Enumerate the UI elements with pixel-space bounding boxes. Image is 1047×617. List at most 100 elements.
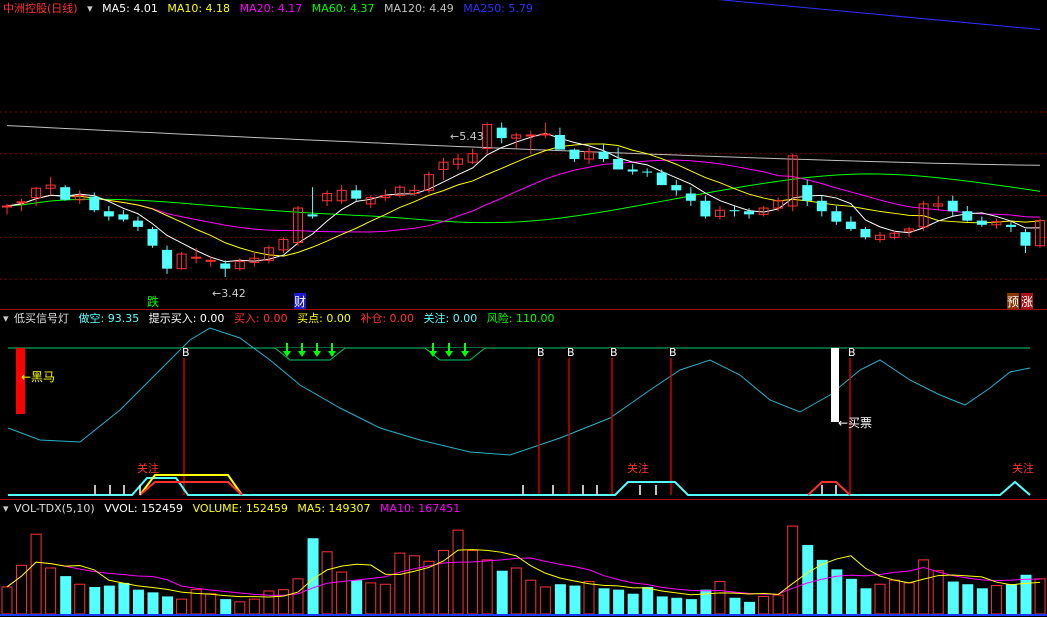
volume-bar-up	[234, 601, 246, 615]
volume-bar-down	[656, 596, 668, 614]
tag-cai[interactable]: 财	[294, 293, 307, 310]
chevron-down-icon[interactable]: ▾	[3, 502, 9, 515]
volume-bar-up	[394, 552, 406, 615]
candle-down	[729, 210, 740, 212]
candle-down	[802, 185, 813, 201]
volume-bar-up	[525, 579, 537, 615]
buy-signal-b: B	[848, 346, 856, 359]
guanzhu-baseline	[8, 477, 1031, 496]
volume-bar-down	[976, 588, 988, 614]
indicator-header: ▾ 低买信号灯 做空: 93.35 提示买入: 0.00 买入: 0.00 买点…	[0, 310, 560, 328]
volume-bar-up	[481, 559, 493, 615]
zuokong-curve	[7, 327, 1031, 456]
candle-down	[845, 221, 856, 229]
volume-bar-up	[248, 598, 260, 615]
volume-bar-up	[408, 555, 420, 615]
chevron-down-icon[interactable]: ▾	[87, 2, 93, 15]
ma60-label: MA60: 4.37	[311, 2, 375, 15]
vvol-label: VVOL: 152459	[104, 502, 184, 515]
guanzhu-label: 关注: 0.00	[423, 312, 478, 325]
volume-header: ▾ VOL-TDX(5,10) VVOL: 152459 VOLUME: 152…	[0, 500, 466, 518]
stock-title[interactable]: 中洲控股(日线)	[3, 2, 78, 15]
volume-bar-down	[554, 584, 566, 614]
buy-signal-b: B	[610, 346, 618, 359]
tag-zhang[interactable]: 涨	[1021, 293, 1034, 310]
bucang-label: 补仓: 0.00	[360, 312, 415, 325]
volume-bar-down	[1020, 574, 1032, 614]
candle-down	[642, 171, 653, 173]
volume-bar-down	[162, 596, 174, 614]
indicator-pane[interactable]: ▾ 低买信号灯 做空: 93.35 提示买入: 0.00 买入: 0.00 买点…	[0, 310, 1047, 499]
volume-bar-down	[627, 593, 639, 614]
low-price-value: 3.42	[221, 287, 246, 300]
volume-bar-down	[613, 589, 625, 614]
maipiao-label: ←买票	[838, 416, 873, 430]
volume-bar-down	[132, 589, 144, 614]
candlestick-chart[interactable]	[0, 0, 1047, 309]
candle-down	[947, 200, 958, 212]
candle-down	[554, 134, 565, 150]
candle-down	[598, 151, 609, 159]
volume-bar-down	[598, 588, 610, 614]
candle-down	[744, 211, 755, 215]
candle-down	[627, 169, 638, 172]
fengxian-label: 风险: 110.00	[486, 312, 555, 325]
tag-yu[interactable]: 预	[1007, 293, 1020, 310]
volume-bar-up	[714, 581, 726, 615]
tag-die[interactable]: 跌	[147, 293, 159, 310]
indicator-title[interactable]: 低买信号灯	[14, 312, 69, 325]
volume-bar-up	[205, 593, 217, 615]
vol-ma10-label: MA10: 167451	[380, 502, 461, 515]
volume-bar-up	[423, 560, 435, 615]
candle-down	[816, 200, 827, 212]
price-header: 中洲控股(日线) ▾ MA5: 4.01 MA10: 4.18 MA20: 4.…	[0, 0, 539, 18]
candle-down	[685, 193, 696, 201]
volume-bar-down	[220, 599, 232, 614]
candle-down	[962, 211, 973, 221]
ma120-label: MA120: 4.49	[384, 2, 454, 15]
volume-bar-down	[496, 570, 508, 614]
volume-bar-up	[990, 585, 1002, 615]
candle-down	[132, 220, 143, 227]
candle-down	[976, 220, 987, 225]
bucang-hump	[807, 481, 851, 496]
buy-signal-b: B	[669, 346, 677, 359]
candle-down	[351, 190, 362, 199]
volume-bar-down	[802, 545, 814, 614]
volume-title[interactable]: VOL-TDX(5,10)	[14, 502, 95, 515]
volume-bar-down	[816, 559, 828, 614]
volume-bar-down	[569, 585, 581, 614]
candle-down	[60, 187, 71, 200]
volume-bar-up	[30, 533, 42, 615]
volume-bar-up	[467, 549, 479, 615]
candle-down	[831, 211, 842, 222]
volume-bar-up	[452, 529, 464, 615]
ma5-line	[6, 132, 1041, 263]
mairu-hump	[139, 481, 243, 496]
candle-down	[613, 159, 624, 170]
chevron-down-icon[interactable]: ▾	[3, 312, 9, 325]
buy-signal-b: B	[182, 346, 190, 359]
volume-pane[interactable]: ▾ VOL-TDX(5,10) VVOL: 152459 VOLUME: 152…	[0, 500, 1047, 617]
volume-bar-up	[539, 586, 551, 615]
volume-bar-down	[1005, 584, 1017, 614]
price-pane[interactable]: 中洲控股(日线) ▾ MA5: 4.01 MA10: 4.18 MA20: 4.…	[0, 0, 1047, 310]
candle-down	[700, 200, 711, 217]
volume-bar-up	[292, 578, 304, 615]
candle-down	[671, 185, 682, 191]
volume-bar-down	[351, 580, 363, 614]
buy-signal-b: B	[537, 346, 545, 359]
candle-down	[569, 149, 580, 159]
heima-label: ←黑马	[21, 370, 56, 384]
vol-ma5-label: MA5: 149307	[297, 502, 371, 515]
guanzhu-tag: 关注	[137, 462, 159, 475]
volume-bar-down	[860, 588, 872, 614]
volume-bar-up	[758, 595, 770, 615]
mairu-label: 买入: 0.00	[233, 312, 288, 325]
volume-bar-up	[365, 582, 377, 615]
guanzhu-tag: 关注	[1012, 462, 1034, 475]
candle-down	[147, 228, 158, 246]
candle-up	[205, 259, 216, 262]
volume-bar-down	[947, 581, 959, 614]
guanzhu-tag: 关注	[627, 462, 649, 475]
